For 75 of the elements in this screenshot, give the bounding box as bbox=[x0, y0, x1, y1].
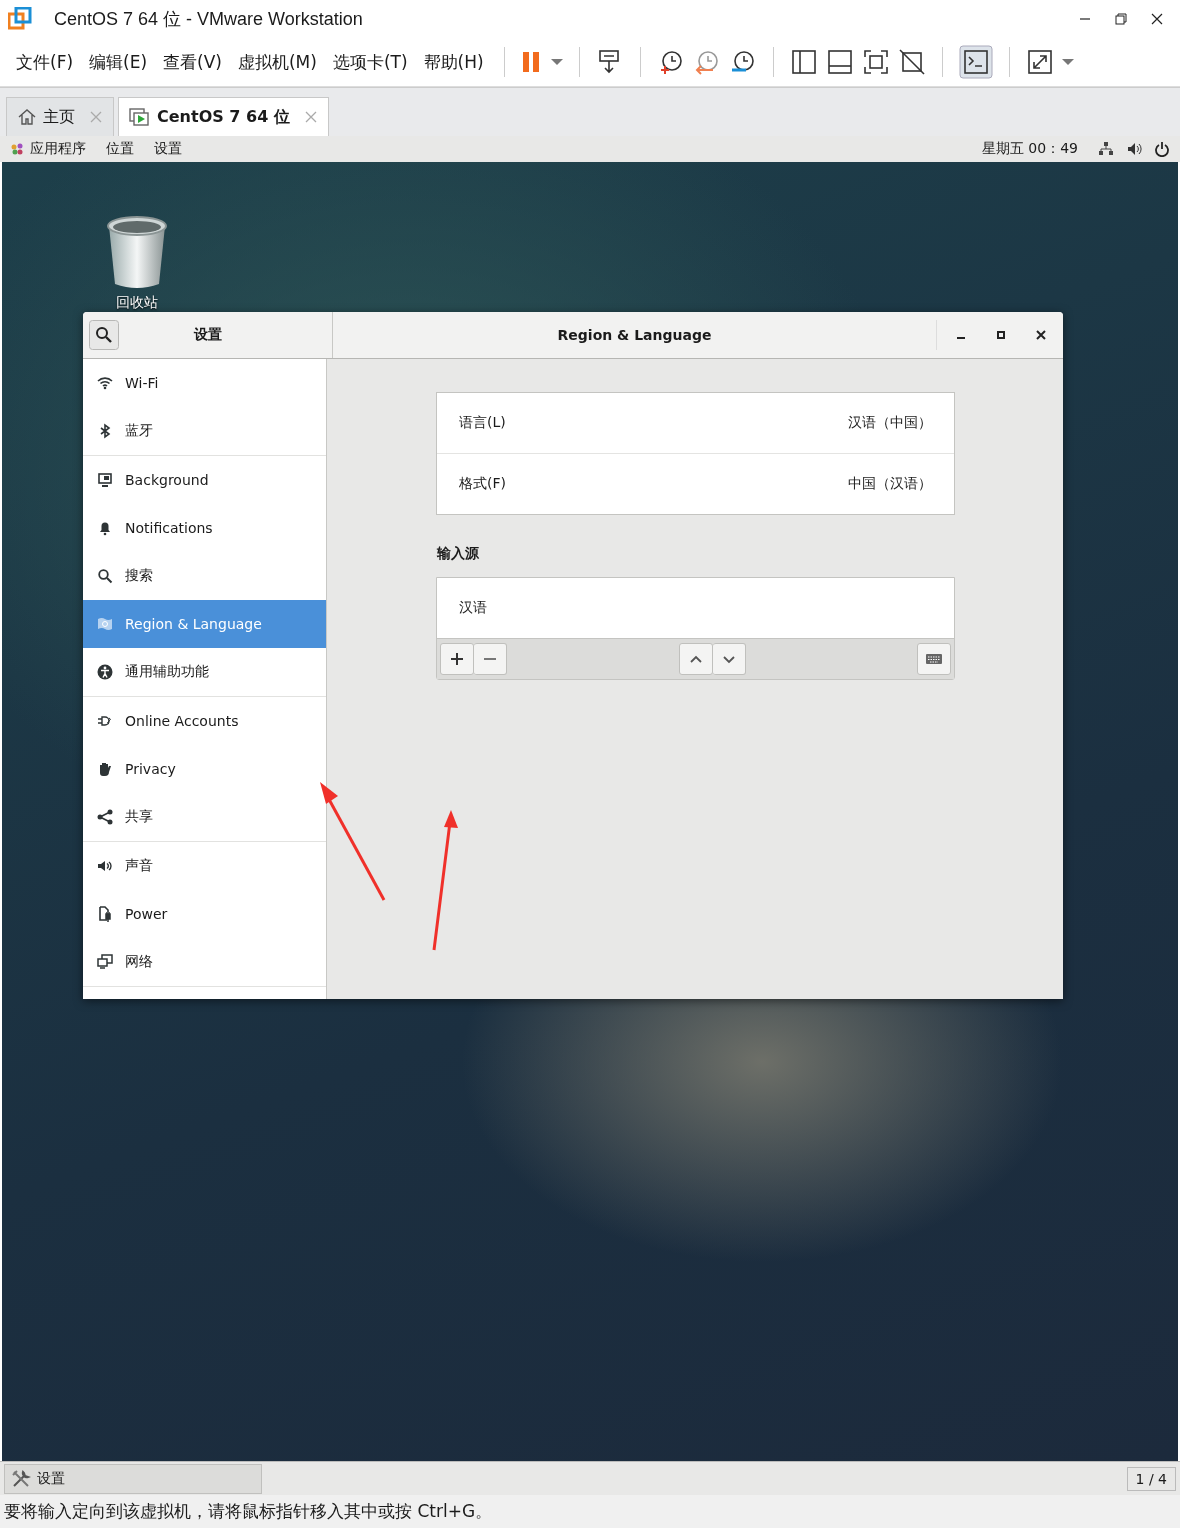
home-icon bbox=[17, 107, 37, 127]
sidebar-item[interactable]: 搜索 bbox=[83, 552, 326, 600]
clock[interactable]: 星期五 00：49 bbox=[981, 140, 1078, 158]
settings-row[interactable]: 格式(F) 中国（汉语） bbox=[437, 453, 954, 514]
menu-item[interactable]: 选项卡(T) bbox=[328, 50, 412, 74]
sidebar-item[interactable]: Power bbox=[83, 890, 326, 938]
sidebar-item[interactable]: 蓝牙 bbox=[83, 407, 326, 455]
settings-row[interactable]: 语言(L) 汉语（中国） bbox=[437, 393, 954, 453]
setting-value: 汉语（中国） bbox=[848, 414, 932, 432]
top-bar-menu[interactable]: 应用程序 bbox=[10, 140, 86, 158]
sidebar-item[interactable]: 网络 bbox=[83, 938, 326, 986]
volume-icon[interactable] bbox=[1126, 141, 1142, 157]
search-icon bbox=[97, 568, 113, 584]
sidebar-title: 设置 bbox=[192, 326, 223, 344]
sidebar-item[interactable]: Notifications bbox=[83, 504, 326, 552]
hand-icon bbox=[97, 761, 113, 777]
unity-off-icon[interactable] bbox=[897, 48, 926, 76]
bell-icon bbox=[97, 520, 113, 536]
console-icon[interactable] bbox=[958, 45, 993, 79]
speaker-icon bbox=[97, 858, 113, 874]
menu-item[interactable]: 帮助(H) bbox=[419, 50, 488, 74]
sidebar-item[interactable]: Background bbox=[83, 456, 326, 504]
search-icon[interactable] bbox=[89, 320, 119, 350]
battery-plug-icon bbox=[97, 906, 113, 922]
trash-can-icon[interactable] bbox=[105, 214, 169, 290]
down-icon[interactable] bbox=[712, 643, 746, 675]
sidebar-item[interactable]: Wi-Fi bbox=[83, 359, 326, 407]
remove-icon[interactable] bbox=[474, 643, 507, 675]
menu-item[interactable]: 文件(F) bbox=[12, 50, 78, 74]
tools-icon bbox=[11, 1468, 31, 1489]
sidebar-item[interactable]: 共享 bbox=[83, 793, 326, 841]
workspace-indicator[interactable]: 1 / 4 bbox=[1126, 1466, 1176, 1491]
menu-item[interactable]: 虚拟机(M) bbox=[233, 50, 321, 74]
dropdown-caret-icon[interactable] bbox=[550, 58, 563, 66]
setting-value: 中国（汉语） bbox=[848, 475, 932, 493]
accessibility-icon bbox=[97, 664, 113, 680]
window-title: Region & Language bbox=[556, 327, 713, 343]
dropdown-caret-icon[interactable] bbox=[1061, 58, 1074, 66]
apps-icon bbox=[10, 142, 24, 156]
menu-item[interactable]: 编辑(E) bbox=[85, 50, 152, 74]
flag-icon bbox=[97, 616, 113, 632]
sidebar-item[interactable]: 声音 bbox=[83, 842, 326, 890]
stretch-icon[interactable] bbox=[1025, 48, 1054, 76]
add-icon[interactable] bbox=[440, 643, 474, 675]
thumbnail-view-icon[interactable] bbox=[825, 48, 854, 76]
sidebar-item[interactable]: Online Accounts bbox=[83, 697, 326, 745]
tab[interactable]: 主页 bbox=[6, 97, 114, 136]
taskbar-button[interactable]: 设置 bbox=[4, 1463, 262, 1494]
menu-item[interactable]: 查看(V) bbox=[159, 50, 226, 74]
sidebar-item[interactable]: 通用辅助功能 bbox=[83, 648, 326, 696]
close-icon[interactable] bbox=[1150, 12, 1164, 26]
keyboard-icon[interactable] bbox=[917, 643, 951, 675]
computers-icon bbox=[97, 954, 113, 970]
vm-icon bbox=[129, 107, 151, 127]
plug-icon bbox=[97, 713, 113, 729]
window-title: CentOS 7 64 位 - VMware Workstation bbox=[54, 8, 364, 31]
up-icon[interactable] bbox=[678, 643, 713, 675]
monitor-icon bbox=[97, 472, 113, 488]
fullscreen-icon[interactable] bbox=[861, 48, 890, 76]
sidebar-view-icon[interactable] bbox=[789, 48, 818, 76]
tab[interactable]: CentOS 7 64 位 bbox=[118, 97, 329, 136]
share-icon bbox=[97, 809, 113, 825]
status-message: 要将输入定向到该虚拟机，请将鼠标指针移入其中或按 Ctrl+G。 bbox=[4, 1500, 493, 1523]
app-logo-icon bbox=[8, 7, 32, 31]
restore-icon[interactable] bbox=[1114, 12, 1128, 26]
sidebar-item[interactable]: Privacy bbox=[83, 745, 326, 793]
network-icon[interactable] bbox=[1098, 141, 1114, 157]
power-icon[interactable] bbox=[1154, 141, 1170, 157]
close-icon[interactable] bbox=[1035, 329, 1047, 341]
top-bar-menu[interactable]: 位置 bbox=[106, 140, 134, 158]
section-heading: 输入源 bbox=[437, 545, 480, 563]
maximize-icon[interactable] bbox=[995, 329, 1007, 341]
desktop-icon-label[interactable]: 回收站 bbox=[116, 294, 158, 312]
wifi-icon bbox=[97, 375, 113, 391]
top-bar-menu[interactable]: 设置 bbox=[154, 140, 182, 158]
